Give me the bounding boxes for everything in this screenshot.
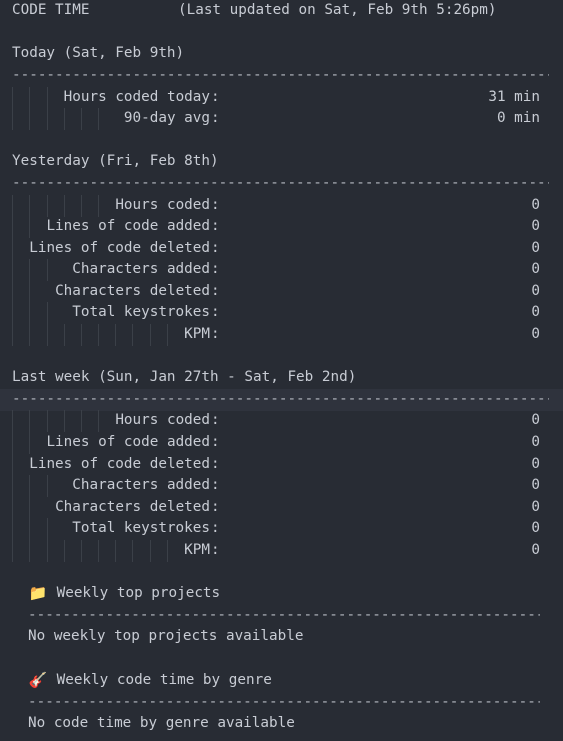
stat-colon: : [211, 477, 220, 493]
yesterday-heading: Yesterday (Fri, Feb 8th) [12, 153, 219, 169]
genre-heading-wrap: 🎸 Weekly code time by genre [28, 670, 272, 692]
stat-row: Characters deleted : 0 [0, 497, 563, 519]
genre-divider: ----------------------------------------… [0, 692, 563, 714]
stat-row: Lines of code deleted : 0 [0, 238, 563, 260]
stat-colon: : [211, 412, 220, 428]
stat-label: Lines of code added [46, 218, 210, 234]
yesterday-divider: ----------------------------------------… [0, 173, 563, 195]
stat-label: Characters deleted [55, 283, 210, 299]
stat-label: 90-day avg [123, 110, 210, 126]
stat-row: Characters added : 0 [0, 475, 563, 497]
stat-colon: : [211, 434, 220, 450]
stat-colon: : [211, 261, 220, 277]
top-projects-divider: ----------------------------------------… [0, 605, 563, 627]
stat-colon: : [211, 499, 220, 515]
stat-row: Characters deleted : 0 [0, 281, 563, 303]
top-projects-heading: Weekly top projects [56, 585, 221, 601]
page-title: CODE TIME [12, 2, 90, 18]
stat-value: 0 [531, 434, 540, 450]
stat-label: Characters added [72, 477, 210, 493]
stat-row: Lines of code added : 0 [0, 216, 563, 238]
stat-label: Total keystrokes [72, 520, 210, 536]
last-week-heading: Last week (Sun, Jan 27th - Sat, Feb 2nd) [12, 369, 357, 385]
stat-label: KPM [184, 542, 210, 558]
stat-value: 0 [531, 520, 540, 536]
today-divider: ----------------------------------------… [0, 65, 563, 87]
stat-value: 31 min [488, 89, 540, 105]
guitar-icon: 🎸 [28, 671, 48, 689]
stat-row: Lines of code added : 0 [0, 432, 563, 454]
today-rule: ----------------------------------------… [12, 67, 549, 83]
stat-label: Hours coded [115, 412, 210, 428]
stat-row: 90-day avg : 0 min [0, 108, 563, 130]
yesterday-rule: ----------------------------------------… [12, 175, 549, 191]
stat-colon: : [211, 110, 220, 126]
stat-colon: : [211, 456, 220, 472]
stat-label: Characters added [72, 261, 210, 277]
genre-heading: Weekly code time by genre [56, 672, 272, 688]
stat-value: 0 [531, 477, 540, 493]
stat-row: KPM : 0 [0, 540, 563, 562]
stat-row: Lines of code deleted : 0 [0, 454, 563, 476]
stat-label: Total keystrokes [72, 304, 210, 320]
stat-colon: : [211, 326, 220, 342]
stat-value: 0 [531, 499, 540, 515]
last-week-divider: ----------------------------------------… [0, 389, 563, 411]
genre-heading-line: 🎸 Weekly code time by genre [0, 670, 563, 692]
stat-value: 0 [531, 304, 540, 320]
top-projects-empty-line: No weekly top projects available [0, 626, 563, 648]
stat-value: 0 [531, 283, 540, 299]
stat-value: 0 [531, 542, 540, 558]
yesterday-heading-line: Yesterday (Fri, Feb 8th) [0, 151, 563, 173]
genre-empty-text: No code time by genre available [28, 715, 295, 731]
stat-value: 0 [531, 261, 540, 277]
stat-label: Hours coded [115, 197, 210, 213]
stat-colon: : [211, 240, 220, 256]
genre-empty-line: No code time by genre available [0, 713, 563, 735]
last-week-heading-line: Last week (Sun, Jan 27th - Sat, Feb 2nd) [0, 367, 563, 389]
top-projects-empty-text: No weekly top projects available [28, 628, 304, 644]
stat-row: Hours coded today : 31 min [0, 87, 563, 109]
stat-label: Characters deleted [55, 499, 210, 515]
top-projects-heading-line: 📁 Weekly top projects [0, 583, 563, 605]
stat-value: 0 [531, 197, 540, 213]
stat-row: Total keystrokes : 0 [0, 518, 563, 540]
stat-row: Hours coded : 0 [0, 410, 563, 432]
last-updated-text: (Last updated on Sat, Feb 9th 5:26pm) [178, 2, 497, 18]
stat-row: Hours coded : 0 [0, 195, 563, 217]
last-week-rule: ----------------------------------------… [12, 391, 549, 407]
stat-row: Total keystrokes : 0 [0, 302, 563, 324]
today-heading: Today (Sat, Feb 9th) [12, 45, 185, 61]
stat-colon: : [211, 89, 220, 105]
stat-label: Lines of code deleted [29, 240, 210, 256]
genre-rule: ----------------------------------------… [28, 694, 540, 710]
stat-colon: : [211, 218, 220, 234]
stat-row: KPM : 0 [0, 324, 563, 346]
stat-value: 0 [531, 326, 540, 342]
header-line: CODE TIME (Last updated on Sat, Feb 9th … [0, 0, 563, 22]
folder-icon: 📁 [28, 584, 48, 602]
stat-value: 0 [531, 456, 540, 472]
top-projects-heading-wrap: 📁 Weekly top projects [28, 583, 221, 605]
stat-value: 0 min [496, 110, 540, 126]
stat-row: Characters added : 0 [0, 259, 563, 281]
stat-label: KPM [184, 326, 210, 342]
stat-colon: : [211, 520, 220, 536]
today-heading-line: Today (Sat, Feb 9th) [0, 43, 563, 65]
stat-label: Lines of code added [46, 434, 210, 450]
stat-label: Lines of code deleted [29, 456, 210, 472]
stat-colon: : [211, 197, 220, 213]
stat-value: 0 [531, 240, 540, 256]
stat-value: 0 [531, 218, 540, 234]
stat-colon: : [211, 304, 220, 320]
stat-colon: : [211, 283, 220, 299]
stat-value: 0 [531, 412, 540, 428]
stat-colon: : [211, 542, 220, 558]
stat-label: Hours coded today [63, 89, 210, 105]
top-projects-rule: ----------------------------------------… [28, 607, 540, 623]
